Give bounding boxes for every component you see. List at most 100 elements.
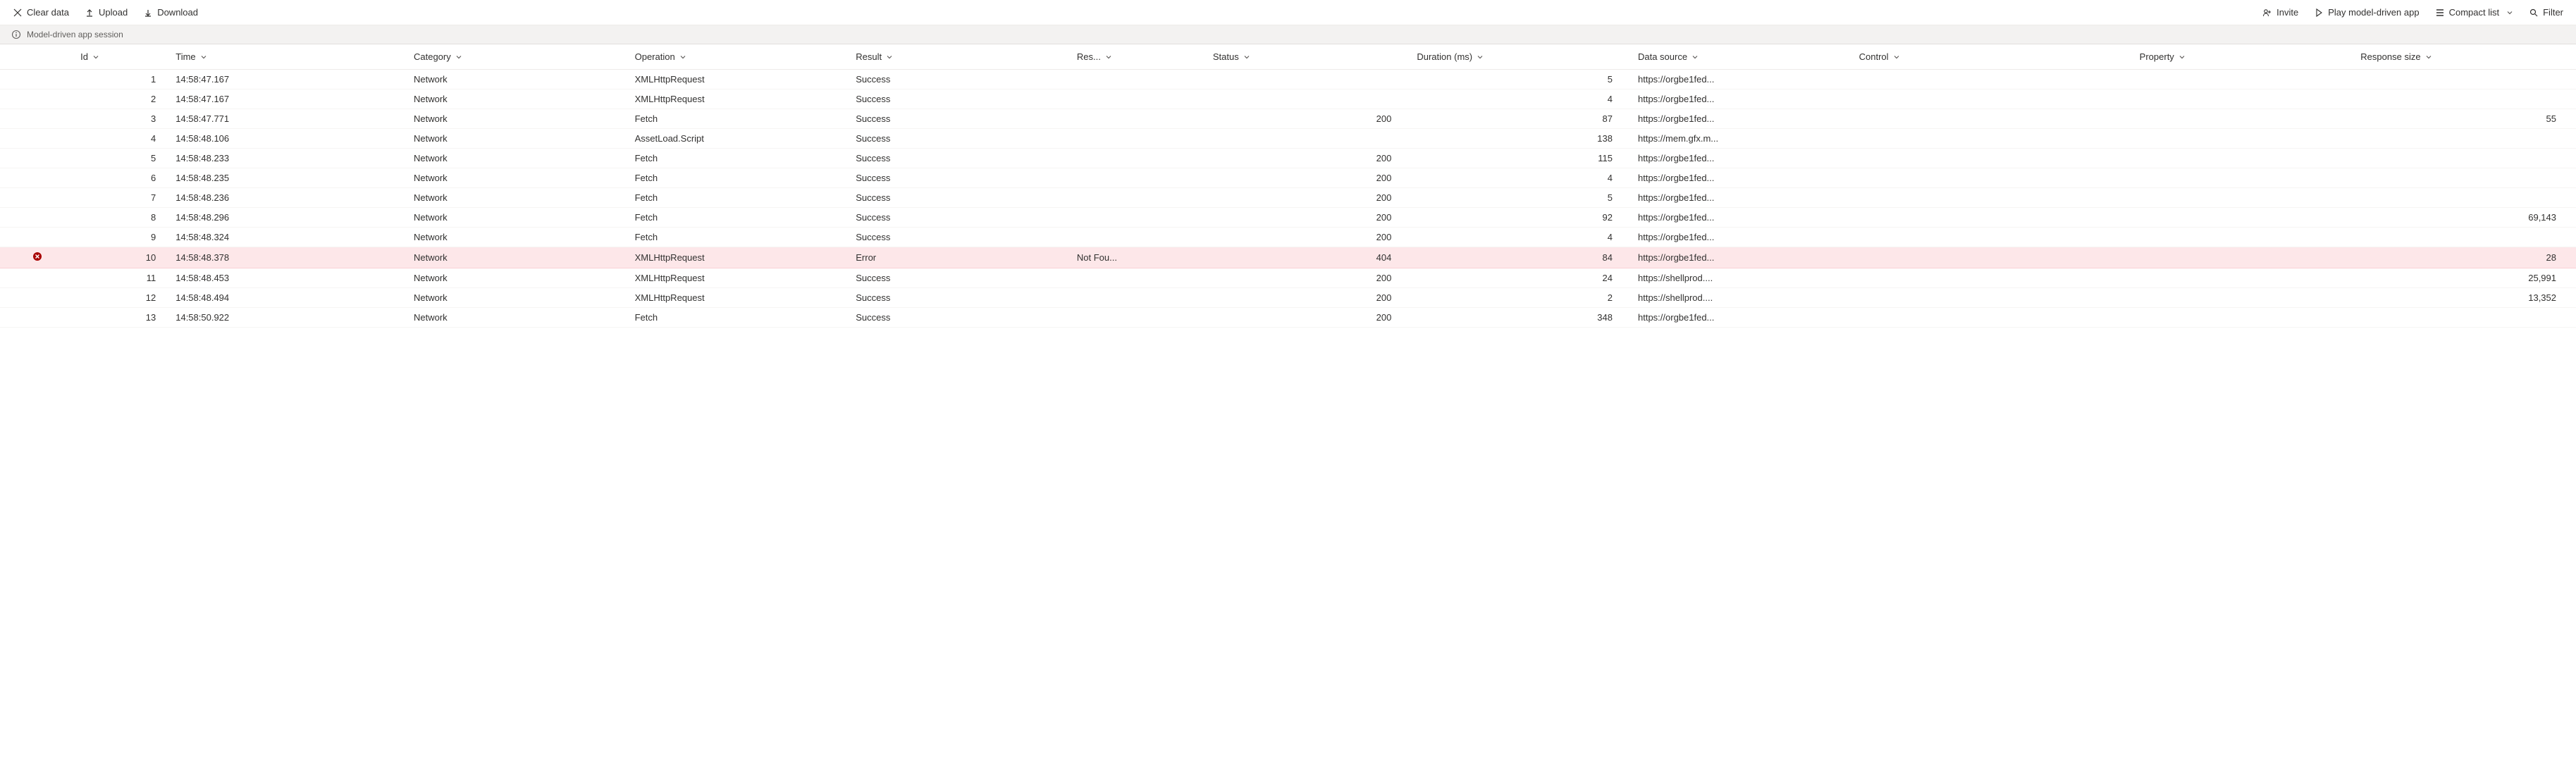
download-button[interactable]: Download — [142, 4, 199, 20]
table-row[interactable]: 914:58:48.324NetworkFetchSuccess2004http… — [0, 228, 2576, 247]
filter-button[interactable]: Filter — [2527, 4, 2565, 20]
cell-resshort — [1071, 89, 1207, 109]
cell-duration: 2 — [1411, 288, 1632, 308]
col-category-header[interactable]: Category — [408, 44, 629, 70]
cell-time: 14:58:48.235 — [170, 168, 408, 188]
cell-operation: XMLHttpRequest — [629, 70, 851, 89]
cell-resshort — [1071, 268, 1207, 288]
chevron-down-icon — [886, 54, 893, 61]
col-icon-header — [0, 44, 75, 70]
cell-control — [1854, 308, 2134, 328]
cell-respsize: 55 — [2355, 109, 2576, 129]
col-duration-header[interactable]: Duration (ms) — [1411, 44, 1632, 70]
cell-time: 14:58:48.236 — [170, 188, 408, 208]
cell-category: Network — [408, 188, 629, 208]
table-row[interactable]: 1314:58:50.922NetworkFetchSuccess200348h… — [0, 308, 2576, 328]
chevron-down-icon — [2506, 9, 2513, 16]
cell-id: 7 — [75, 188, 170, 208]
col-respsize-header[interactable]: Response size — [2355, 44, 2576, 70]
cell-datasource: https://orgbe1fed... — [1632, 109, 1854, 129]
cell-time: 14:58:47.167 — [170, 89, 408, 109]
play-app-label: Play model-driven app — [2328, 7, 2419, 18]
cell-operation: Fetch — [629, 109, 851, 129]
col-datasource-header[interactable]: Data source — [1632, 44, 1854, 70]
clear-data-label: Clear data — [27, 7, 69, 18]
cell-status — [1207, 129, 1412, 149]
row-status-icon-cell — [0, 268, 75, 288]
layout-dropdown[interactable]: Compact list — [2434, 4, 2515, 20]
col-resshort-header[interactable]: Res... — [1071, 44, 1207, 70]
cell-category: Network — [408, 70, 629, 89]
col-status-header[interactable]: Status — [1207, 44, 1412, 70]
cell-category: Network — [408, 308, 629, 328]
row-status-icon-cell — [0, 247, 75, 268]
cell-status: 200 — [1207, 168, 1412, 188]
cell-respsize — [2355, 168, 2576, 188]
cell-datasource: https://shellprod.... — [1632, 288, 1854, 308]
cell-property — [2134, 89, 2355, 109]
table-row[interactable]: 514:58:48.233NetworkFetchSuccess200115ht… — [0, 149, 2576, 168]
toolbar-right-group: Invite Play model-driven app Compact lis… — [2261, 4, 2565, 20]
cell-status: 200 — [1207, 228, 1412, 247]
table-row[interactable]: 614:58:48.235NetworkFetchSuccess2004http… — [0, 168, 2576, 188]
table-body: 114:58:47.167NetworkXMLHttpRequestSucces… — [0, 70, 2576, 328]
col-respsize-label: Response size — [2360, 51, 2420, 62]
cell-control — [1854, 109, 2134, 129]
cell-status: 200 — [1207, 188, 1412, 208]
cell-resshort — [1071, 208, 1207, 228]
cell-property — [2134, 228, 2355, 247]
cell-operation: XMLHttpRequest — [629, 268, 851, 288]
table-row[interactable]: 1014:58:48.378NetworkXMLHttpRequestError… — [0, 247, 2576, 268]
clear-data-button[interactable]: Clear data — [11, 4, 70, 20]
cell-time: 14:58:48.494 — [170, 288, 408, 308]
cell-time: 14:58:48.296 — [170, 208, 408, 228]
cell-property — [2134, 129, 2355, 149]
table-row[interactable]: 214:58:47.167NetworkXMLHttpRequestSucces… — [0, 89, 2576, 109]
upload-button[interactable]: Upload — [83, 4, 129, 20]
cell-property — [2134, 109, 2355, 129]
cell-resshort — [1071, 70, 1207, 89]
invite-button[interactable]: Invite — [2261, 4, 2300, 20]
col-control-header[interactable]: Control — [1854, 44, 2134, 70]
cell-datasource: https://orgbe1fed... — [1632, 308, 1854, 328]
cell-resshort — [1071, 308, 1207, 328]
play-icon — [2314, 8, 2324, 18]
cell-category: Network — [408, 129, 629, 149]
cell-control — [1854, 268, 2134, 288]
table-row[interactable]: 1214:58:48.494NetworkXMLHttpRequestSucce… — [0, 288, 2576, 308]
cell-property — [2134, 70, 2355, 89]
cell-control — [1854, 208, 2134, 228]
col-result-header[interactable]: Result — [850, 44, 1071, 70]
cell-time: 14:58:47.167 — [170, 70, 408, 89]
cell-result: Success — [850, 109, 1071, 129]
table-row[interactable]: 814:58:48.296NetworkFetchSuccess20092htt… — [0, 208, 2576, 228]
cell-status: 200 — [1207, 208, 1412, 228]
cell-id: 11 — [75, 268, 170, 288]
cell-result: Success — [850, 129, 1071, 149]
col-datasource-label: Data source — [1638, 51, 1687, 62]
cell-control — [1854, 149, 2134, 168]
row-status-icon-cell — [0, 228, 75, 247]
cell-time: 14:58:50.922 — [170, 308, 408, 328]
col-id-header[interactable]: Id — [75, 44, 170, 70]
row-status-icon-cell — [0, 288, 75, 308]
cell-status: 200 — [1207, 109, 1412, 129]
cell-resshort — [1071, 109, 1207, 129]
table-row[interactable]: 714:58:48.236NetworkFetchSuccess2005http… — [0, 188, 2576, 208]
col-operation-header[interactable]: Operation — [629, 44, 851, 70]
upload-label: Upload — [99, 7, 128, 18]
col-time-header[interactable]: Time — [170, 44, 408, 70]
play-app-button[interactable]: Play model-driven app — [2312, 4, 2420, 20]
cell-datasource: https://orgbe1fed... — [1632, 89, 1854, 109]
table-row[interactable]: 114:58:47.167NetworkXMLHttpRequestSucces… — [0, 70, 2576, 89]
table-row[interactable]: 314:58:47.771NetworkFetchSuccess20087htt… — [0, 109, 2576, 129]
col-property-header[interactable]: Property — [2134, 44, 2355, 70]
table-row[interactable]: 414:58:48.106NetworkAssetLoad.ScriptSucc… — [0, 129, 2576, 149]
table-row[interactable]: 1114:58:48.453NetworkXMLHttpRequestSucce… — [0, 268, 2576, 288]
col-category-label: Category — [414, 51, 451, 62]
cell-respsize — [2355, 308, 2576, 328]
chevron-down-icon — [1691, 54, 1699, 61]
col-id-label: Id — [80, 51, 88, 62]
col-operation-label: Operation — [635, 51, 675, 62]
cell-property — [2134, 308, 2355, 328]
